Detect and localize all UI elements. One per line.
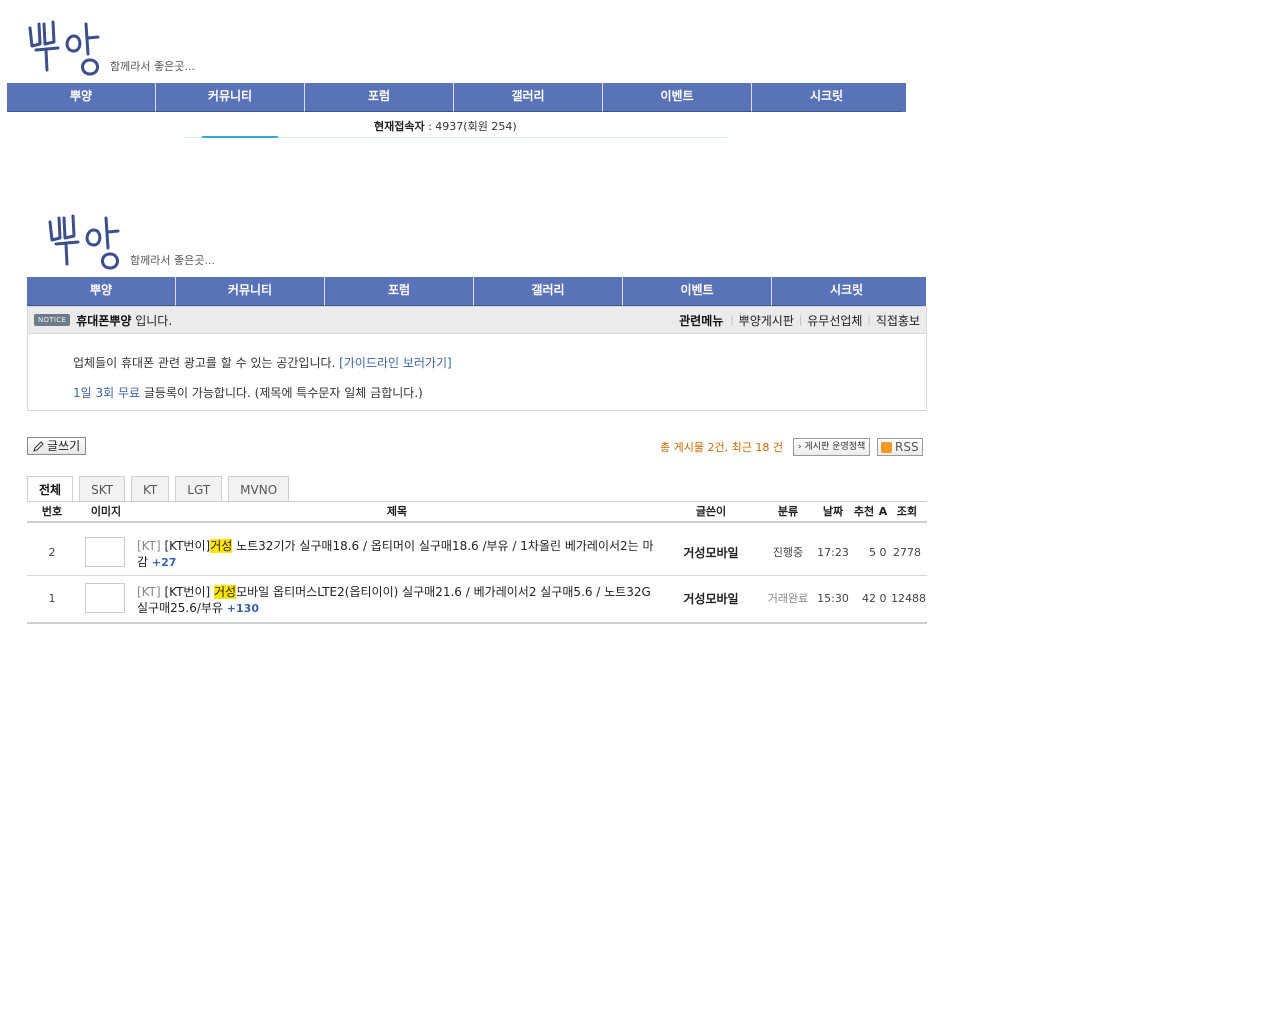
- board-name: 휴대폰뿌양: [76, 313, 132, 328]
- notice-badge: NOTICE: [34, 314, 71, 326]
- visitor-value: : 4937(회원 254): [424, 120, 517, 133]
- header-divider-accent: [202, 136, 278, 138]
- col-subject: 제목: [386, 505, 408, 518]
- row-subject-highlight: 거성: [214, 585, 237, 599]
- table-row: 1 [KT] [KT번이] 거성모바일 옵티머스LTE2(옵티이이) 실구매21…: [27, 576, 927, 622]
- separator: |: [798, 314, 803, 326]
- nav-item-forum[interactable]: 포럼: [325, 277, 474, 306]
- nav-item-gallery[interactable]: 갤러리: [474, 277, 623, 306]
- row-carrier-tag: [KT]: [137, 539, 161, 553]
- related-link-wired-wireless[interactable]: 유무선업체: [807, 312, 862, 329]
- col-a: A: [878, 505, 888, 518]
- rss-label: RSS: [895, 440, 919, 454]
- notice-bar: NOTICE 휴대폰뿌양 입니다. 관련메뉴 | 뿌양게시판 | 유무선업체 |…: [27, 306, 927, 334]
- board-stats: 총 게시물 2건, 최근 18 건: [660, 441, 783, 454]
- logo-image: [28, 20, 100, 76]
- row-comment-count: +130: [226, 602, 259, 615]
- row-thumbnail[interactable]: [85, 530, 129, 567]
- nav-item-forum[interactable]: 포럼: [305, 83, 454, 112]
- tab-all[interactable]: 전체: [27, 476, 74, 502]
- nav-item-ppuyang[interactable]: 뿌양: [7, 83, 156, 112]
- row-a: 0: [879, 546, 887, 559]
- visitor-count: 현재접속자 : 4937(회원 254): [374, 118, 517, 134]
- guideline-link[interactable]: [가이드라인 보러가기]: [339, 356, 452, 370]
- nav-item-secret[interactable]: 시크릿: [772, 277, 921, 306]
- site-tagline: 함께라서 좋은곳...: [110, 60, 195, 73]
- separator: |: [730, 314, 734, 326]
- row-comment-count: +27: [151, 556, 177, 569]
- notice-line-1-text: 업체들이 휴대폰 관련 광고를 할 수 있는 공간입니다.: [73, 356, 340, 370]
- pencil-icon: [33, 440, 44, 452]
- category-tabs: 전체 SKT KT LGT MVNO: [27, 476, 290, 502]
- free-quota-text: 1일 3회 무료: [73, 386, 141, 400]
- row-subject-pre: [KT번이]: [164, 539, 211, 553]
- separator: |: [867, 314, 871, 326]
- board-title-suffix: 입니다.: [131, 313, 173, 328]
- logo-image-2: [48, 214, 120, 270]
- row-num: 1: [48, 592, 56, 605]
- row-thumbnail[interactable]: [85, 576, 129, 613]
- col-recommend: 추천: [853, 505, 875, 518]
- col-category: 분류: [777, 505, 799, 518]
- site-logo[interactable]: [26, 14, 118, 80]
- col-num: 번호: [41, 505, 63, 518]
- rss-button[interactable]: RSS: [877, 438, 923, 456]
- row-carrier-tag: [KT]: [137, 585, 161, 599]
- row-subject-link[interactable]: [KT] [KT번이]거성 노트32기가 실구매18.6 / 옵티머이 실구매1…: [137, 538, 659, 571]
- site-logo-2[interactable]: [46, 208, 138, 274]
- row-recommend: 42: [862, 592, 876, 605]
- visitor-label: 현재접속자: [374, 120, 425, 133]
- row-date: 17:23: [817, 546, 849, 559]
- row-subject-highlight: 거성: [210, 539, 233, 553]
- row-author[interactable]: 거성모바일: [665, 530, 757, 576]
- row-num: 2: [48, 546, 56, 559]
- board-policy-button[interactable]: › 게시판 운영정책: [793, 438, 871, 456]
- nav-item-secret[interactable]: 시크릿: [752, 83, 901, 112]
- write-button-label: 글쓰기: [47, 439, 81, 453]
- board-title: 휴대폰뿌양 입니다.: [76, 312, 172, 329]
- col-date: 날짜: [822, 505, 844, 518]
- related-menu: 관련메뉴 | 뿌양게시판 | 유무선업체 | 직접홍보: [679, 312, 926, 329]
- tab-mvno[interactable]: MVNO: [228, 476, 290, 502]
- tab-kt[interactable]: KT: [130, 476, 170, 502]
- row-a: 0: [879, 592, 887, 605]
- table-row: 2 [KT] [KT번이]거성 노트32기가 실구매18.6 / 옵티머이 실구…: [27, 530, 927, 576]
- nav-item-community[interactable]: 커뮤니티: [156, 83, 305, 112]
- main-nav: 뿌양 커뮤니티 포럼 갤러리 이벤트 시크릿: [27, 277, 926, 306]
- thumbnail-image: [85, 583, 125, 613]
- notice-line-1: 업체들이 휴대폰 관련 광고를 할 수 있는 공간입니다. [가이드라인 보러가…: [73, 348, 926, 378]
- row-category: 진행중: [772, 546, 804, 559]
- row-subject-pre: [KT번이]: [164, 585, 214, 599]
- table-header: 번호 이미지 제목 글쓴이 분류 날짜 추천 A 조회: [27, 501, 927, 523]
- row-views: 2778: [893, 546, 921, 559]
- row-views: 12488: [891, 592, 926, 605]
- col-views: 조회: [896, 505, 918, 518]
- related-menu-title: 관련메뉴: [679, 313, 724, 328]
- site-tagline-2: 함께라서 좋은곳...: [130, 254, 215, 267]
- tab-lgt[interactable]: LGT: [175, 476, 223, 502]
- row-recommend: 5: [869, 546, 876, 559]
- tab-skt[interactable]: SKT: [79, 476, 125, 502]
- col-image: 이미지: [90, 505, 122, 518]
- nav-item-ppuyang[interactable]: 뿌양: [27, 277, 176, 306]
- nav-item-event[interactable]: 이벤트: [623, 277, 772, 306]
- nav-item-event[interactable]: 이벤트: [603, 83, 752, 112]
- row-date: 15:30: [817, 592, 849, 605]
- row-author[interactable]: 거성모바일: [665, 576, 757, 622]
- row-subject-link[interactable]: [KT] [KT번이] 거성모바일 옵티머스LTE2(옵티이이) 실구매21.6…: [137, 584, 659, 617]
- nav-item-community[interactable]: 커뮤니티: [176, 277, 325, 306]
- related-link-direct-promo[interactable]: 직접홍보: [876, 312, 920, 329]
- thumbnail-image: [85, 537, 125, 567]
- col-author: 글쓴이: [695, 505, 727, 518]
- nav-item-gallery[interactable]: 갤러리: [454, 83, 603, 112]
- table-bottom-border: [27, 622, 927, 624]
- rss-icon: [881, 441, 892, 453]
- main-nav-top: 뿌양 커뮤니티 포럼 갤러리 이벤트 시크릿: [7, 83, 906, 112]
- related-link-ppuyang-board[interactable]: 뿌양게시판: [739, 312, 794, 329]
- notice-line-2-text: 글등록이 가능합니다. (제목에 특수문자 일체 금합니다.): [140, 386, 423, 400]
- notice-box: 업체들이 휴대폰 관련 광고를 할 수 있는 공간입니다. [가이드라인 보러가…: [27, 334, 927, 411]
- row-category: 거래완료: [767, 592, 809, 605]
- notice-line-2: 1일 3회 무료 글등록이 가능합니다. (제목에 특수문자 일체 금합니다.): [73, 378, 926, 408]
- write-button[interactable]: 글쓰기: [27, 437, 87, 455]
